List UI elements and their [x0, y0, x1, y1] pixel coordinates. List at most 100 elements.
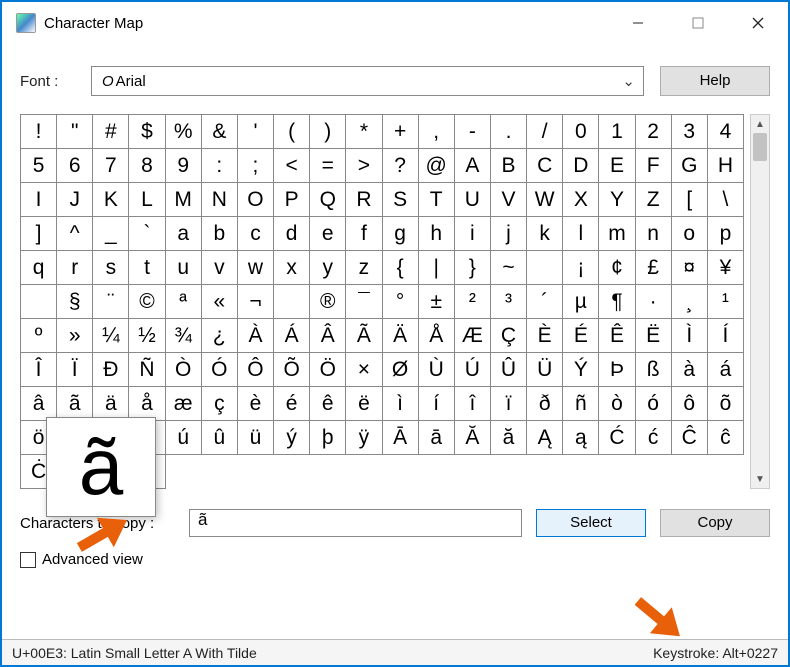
char-cell[interactable]: £ [636, 251, 672, 285]
char-cell[interactable]: + [383, 115, 419, 149]
char-cell[interactable]: Ü [527, 353, 563, 387]
char-cell[interactable]: × [346, 353, 382, 387]
advanced-checkbox[interactable] [20, 552, 36, 568]
char-cell[interactable]: 5 [21, 149, 57, 183]
char-cell[interactable]: ½ [129, 319, 165, 353]
char-cell[interactable]: ® [310, 285, 346, 319]
char-cell[interactable]: õ [708, 387, 744, 421]
char-cell[interactable]: ý [274, 421, 310, 455]
char-cell[interactable]: * [346, 115, 382, 149]
char-cell[interactable]: _ [93, 217, 129, 251]
char-cell[interactable]: ; [238, 149, 274, 183]
char-cell[interactable]: ! [21, 115, 57, 149]
char-cell[interactable]: Ó [202, 353, 238, 387]
char-cell[interactable]: ô [672, 387, 708, 421]
char-cell[interactable]: à [672, 353, 708, 387]
char-cell[interactable]: ­ [274, 285, 310, 319]
char-cell[interactable]: ¨ [93, 285, 129, 319]
char-cell[interactable]: V [491, 183, 527, 217]
char-cell[interactable]: ¾ [166, 319, 202, 353]
char-cell[interactable]: ) [310, 115, 346, 149]
char-cell[interactable]: ê [310, 387, 346, 421]
grid-scrollbar[interactable]: ▲ ▼ [750, 114, 770, 489]
char-cell[interactable]: K [93, 183, 129, 217]
char-cell[interactable]: & [202, 115, 238, 149]
char-cell[interactable]: a [166, 217, 202, 251]
char-cell[interactable]: G [672, 149, 708, 183]
scroll-down-icon[interactable]: ▼ [751, 470, 769, 488]
char-cell[interactable]: C [527, 149, 563, 183]
font-select[interactable]: O Arial ⌄ [91, 66, 644, 96]
char-cell[interactable]: 7 [93, 149, 129, 183]
char-cell[interactable]: û [202, 421, 238, 455]
char-cell[interactable]: n [636, 217, 672, 251]
char-cell[interactable]: x [274, 251, 310, 285]
char-cell[interactable]: î [455, 387, 491, 421]
char-cell[interactable]: S [383, 183, 419, 217]
char-cell[interactable]: g [383, 217, 419, 251]
char-cell[interactable]: . [491, 115, 527, 149]
char-cell[interactable]: D [563, 149, 599, 183]
char-cell[interactable]: Ç [491, 319, 527, 353]
char-cell[interactable]: ° [383, 285, 419, 319]
char-cell[interactable]: j [491, 217, 527, 251]
char-cell[interactable]: Â [310, 319, 346, 353]
char-cell[interactable]: % [166, 115, 202, 149]
char-cell[interactable]: J [57, 183, 93, 217]
char-cell[interactable]: 1 [599, 115, 635, 149]
char-cell[interactable]: 3 [672, 115, 708, 149]
select-button[interactable]: Select [536, 509, 646, 537]
char-cell[interactable]: ^ [57, 217, 93, 251]
char-cell[interactable]: ' [238, 115, 274, 149]
char-cell[interactable]: Ú [455, 353, 491, 387]
char-cell[interactable]: Í [708, 319, 744, 353]
char-cell[interactable]: / [527, 115, 563, 149]
char-cell[interactable]: | [419, 251, 455, 285]
char-cell[interactable]: Ù [419, 353, 455, 387]
char-cell[interactable]: $ [129, 115, 165, 149]
copy-button[interactable]: Copy [660, 509, 770, 537]
char-cell[interactable]: È [527, 319, 563, 353]
char-cell[interactable]: è [238, 387, 274, 421]
char-cell[interactable]: u [166, 251, 202, 285]
char-cell[interactable]: Ï [57, 353, 93, 387]
char-cell[interactable]: k [527, 217, 563, 251]
char-cell[interactable]: T [419, 183, 455, 217]
char-cell[interactable]: l [563, 217, 599, 251]
char-cell[interactable]: Ă [455, 421, 491, 455]
char-cell[interactable]: B [491, 149, 527, 183]
char-cell[interactable]: ò [599, 387, 635, 421]
char-cell[interactable]: Ý [563, 353, 599, 387]
char-cell[interactable]: H [708, 149, 744, 183]
char-cell[interactable]: é [274, 387, 310, 421]
char-cell[interactable]: ü [238, 421, 274, 455]
char-cell[interactable]: Ã [346, 319, 382, 353]
char-cell[interactable]: Ö [310, 353, 346, 387]
close-button[interactable] [728, 2, 788, 44]
char-cell[interactable]: o [672, 217, 708, 251]
char-cell[interactable]: ¼ [93, 319, 129, 353]
char-cell[interactable]: ¢ [599, 251, 635, 285]
char-cell[interactable]: » [57, 319, 93, 353]
char-cell[interactable]: º [21, 319, 57, 353]
char-cell[interactable]: 6 [57, 149, 93, 183]
char-cell[interactable]: , [419, 115, 455, 149]
char-cell[interactable]: z [346, 251, 382, 285]
char-cell[interactable]: Ð [93, 353, 129, 387]
char-cell[interactable]: e [310, 217, 346, 251]
char-cell[interactable]: Å [419, 319, 455, 353]
char-cell[interactable]: Ê [599, 319, 635, 353]
char-cell[interactable]: ą [563, 421, 599, 455]
char-cell[interactable]: ð [527, 387, 563, 421]
char-cell[interactable]: Z [636, 183, 672, 217]
char-cell[interactable]: ā [419, 421, 455, 455]
char-cell[interactable]: @ [419, 149, 455, 183]
char-cell[interactable]: · [636, 285, 672, 319]
char-cell[interactable]: Ô [238, 353, 274, 387]
char-cell[interactable]: Þ [599, 353, 635, 387]
char-cell[interactable]: í [419, 387, 455, 421]
char-cell[interactable]: Û [491, 353, 527, 387]
char-cell[interactable]: ª [166, 285, 202, 319]
char-cell[interactable]: © [129, 285, 165, 319]
char-cell[interactable]: Á [274, 319, 310, 353]
